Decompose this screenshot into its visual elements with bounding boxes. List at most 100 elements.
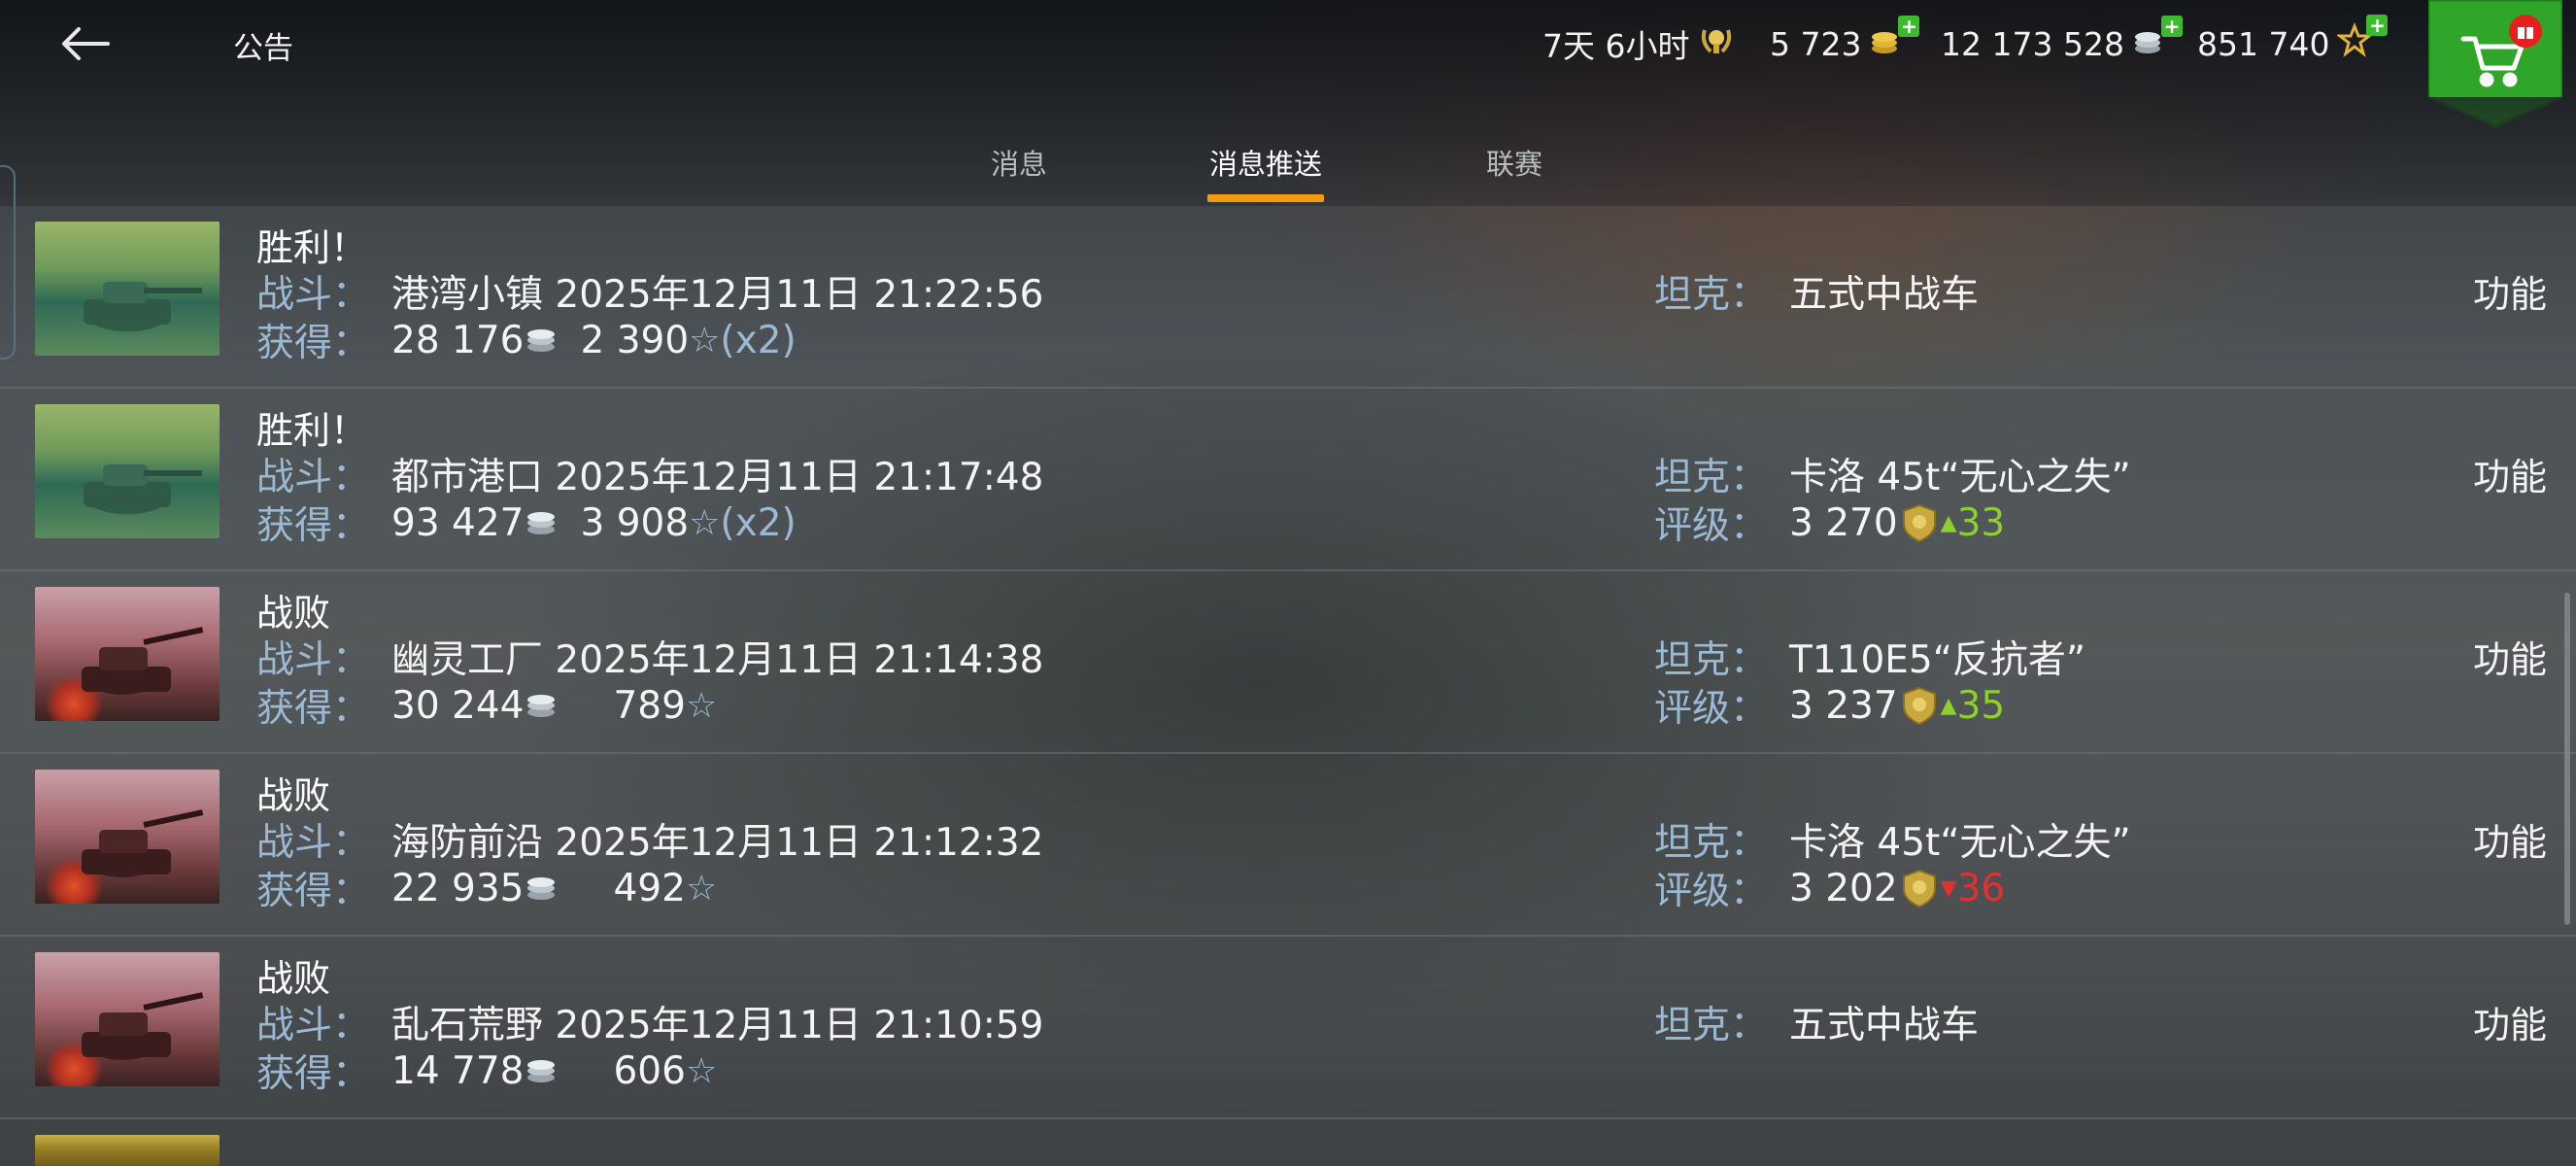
convert-xp-plus-icon[interactable]: +	[2366, 15, 2389, 36]
tank-name: 五式中战车	[1789, 1004, 1980, 1047]
tank-label: 坦克：	[1654, 456, 1769, 499]
active-tab-indicator	[1207, 194, 1324, 202]
silver-coins-icon	[527, 329, 556, 352]
credits-earned: 14 778	[391, 1048, 525, 1093]
page-title: 公告	[233, 31, 293, 66]
battle-result: 战败	[256, 774, 331, 817]
star-icon: +	[2336, 15, 2389, 65]
shield-badge-icon	[1902, 686, 1936, 726]
battle-line: 战斗： 幽灵工厂 2025年12月11日 21:14:38	[256, 630, 1043, 684]
back-button[interactable]	[51, 17, 119, 70]
earned-label: 获得：	[256, 1052, 371, 1096]
tank-line: 坦克： 卡洛 45t“无心之失”	[1654, 812, 2131, 867]
xp-multiplier: (x2)	[720, 318, 797, 362]
function-button[interactable]: 功能	[2473, 812, 2547, 866]
xp-multiplier: (x2)	[720, 500, 797, 545]
function-button[interactable]: 功能	[2473, 630, 2547, 683]
tab-messages[interactable]: 消息	[991, 142, 1047, 183]
function-button[interactable]: 功能	[2473, 447, 2547, 500]
earned-label: 获得：	[256, 322, 371, 365]
rating-label: 评级：	[1654, 870, 1769, 913]
battle-label: 战斗：	[256, 821, 371, 865]
credits-earned: 93 427	[391, 500, 525, 545]
message-row[interactable]	[0, 1119, 2576, 1166]
earned-label: 获得：	[256, 870, 371, 913]
silver-coins-icon	[527, 877, 556, 900]
earned-line: 获得： 93 427 3 908 ☆ (x2)	[256, 496, 797, 550]
free-xp-amount: 851 740	[2197, 24, 2330, 63]
star-icon: ☆	[685, 1050, 718, 1091]
message-row[interactable]: 胜利！ 战斗： 都市港口 2025年12月11日 21:17:48 获得： 93…	[0, 389, 2576, 571]
message-row[interactable]: 战败 战斗： 乱石荒野 2025年12月11日 21:10:59 获得： 14 …	[0, 937, 2576, 1119]
message-row[interactable]: 战败 战斗： 海防前沿 2025年12月11日 21:12:32 获得： 22 …	[0, 754, 2576, 937]
star-icon: ☆	[689, 320, 721, 360]
function-button[interactable]: 功能	[2473, 995, 2547, 1048]
battle-result: 战败	[256, 592, 331, 634]
gold-balance[interactable]: 5 723 +	[1770, 16, 1920, 66]
battle-label: 战斗：	[256, 638, 371, 682]
xp-earned: 606	[613, 1048, 686, 1093]
xp-earned: 2 390	[580, 318, 690, 362]
battle-info: 乱石荒野 2025年12月11日 21:10:59	[391, 1004, 1044, 1047]
rating-line: 评级： 3 237 ▲ 35	[1654, 678, 2005, 733]
premium-timer[interactable]: 7天 6小时	[1542, 21, 1736, 66]
message-row[interactable]: 战败 战斗： 幽灵工厂 2025年12月11日 21:14:38 获得： 30 …	[0, 571, 2576, 754]
battle-label: 战斗：	[256, 1004, 371, 1047]
rating-delta: 36	[1956, 866, 2006, 910]
rating-value: 3 270	[1789, 500, 1898, 545]
silver-coins-icon	[527, 1060, 556, 1082]
rating-up-arrow-icon: ▲	[1940, 510, 1957, 535]
rating-line: 评级： 3 202 ▼ 36	[1654, 861, 2005, 915]
buy-gold-plus-icon[interactable]: +	[1898, 16, 1920, 37]
silver-coins-icon: +	[2132, 16, 2183, 64]
battle-line: 战斗： 海防前沿 2025年12月11日 21:12:32	[256, 812, 1043, 867]
tank-line: 坦克： 五式中战车	[1654, 264, 1979, 319]
rating-value: 3 202	[1789, 866, 1898, 910]
list-scrollbar[interactable]	[2564, 593, 2570, 925]
earned-label: 获得：	[256, 687, 371, 731]
arrow-left-icon	[62, 27, 110, 60]
credits-earned: 28 176	[391, 318, 525, 362]
victory-thumbnail	[35, 404, 220, 538]
star-icon: ☆	[689, 502, 721, 543]
battle-result: 胜利！	[256, 226, 368, 269]
victory-thumbnail	[35, 222, 220, 356]
tank-label: 坦克：	[1654, 273, 1769, 317]
battle-info: 海防前沿 2025年12月11日 21:12:32	[391, 821, 1044, 865]
battle-result: 胜利！	[256, 409, 368, 452]
xp-earned: 789	[613, 683, 686, 728]
credits-amount: 12 173 528	[1941, 24, 2124, 63]
tank-label: 坦克：	[1654, 1004, 1769, 1047]
top-bar: 公告 7天 6小时 5 723 + 12 173 528 + 851 740 +	[0, 0, 2576, 128]
tab-league[interactable]: 联赛	[1486, 142, 1542, 183]
rating-label: 评级：	[1654, 504, 1769, 548]
rating-line: 评级： 3 270 ▲ 33	[1654, 496, 2005, 550]
battle-label: 战斗：	[256, 456, 371, 499]
premium-timer-text: 7天 6小时	[1542, 27, 1690, 65]
defeat-thumbnail	[35, 587, 220, 721]
buy-credits-plus-icon[interactable]: +	[2160, 16, 2183, 37]
tank-label: 坦克：	[1654, 821, 1769, 865]
defeat-thumbnail	[35, 770, 220, 904]
battle-info: 幽灵工厂 2025年12月11日 21:14:38	[391, 638, 1044, 682]
tank-line: 坦克： 卡洛 45t“无心之失”	[1654, 447, 2131, 501]
message-row[interactable]: 胜利！ 战斗： 港湾小镇 2025年12月11日 21:22:56 获得： 28…	[0, 206, 2576, 389]
earned-line: 获得： 30 244 789 ☆	[256, 678, 717, 733]
tank-name: 五式中战车	[1789, 273, 1980, 317]
message-list: 胜利！ 战斗： 港湾小镇 2025年12月11日 21:22:56 获得： 28…	[0, 206, 2576, 1166]
credits-balance[interactable]: 12 173 528 +	[1941, 16, 2183, 66]
laurel-medal-icon	[1697, 20, 1736, 67]
earned-line: 获得： 28 176 2 390 ☆ (x2)	[256, 313, 797, 367]
tabs-bar: 消息 消息推送 联赛	[0, 97, 2576, 206]
tab-push-messages[interactable]: 消息推送	[1209, 142, 1322, 183]
tank-line: 坦克： 五式中战车	[1654, 995, 1979, 1049]
xp-earned: 492	[613, 866, 686, 910]
rating-label: 评级：	[1654, 687, 1769, 731]
rating-delta: 33	[1956, 500, 2006, 545]
battle-line: 战斗： 乱石荒野 2025年12月11日 21:10:59	[256, 995, 1043, 1049]
function-button[interactable]: 功能	[2473, 264, 2547, 318]
star-icon: ☆	[685, 685, 718, 726]
free-xp-balance[interactable]: 851 740 +	[2197, 15, 2389, 66]
tank-name: 卡洛 45t“无心之失”	[1789, 821, 2131, 865]
rating-down-arrow-icon: ▼	[1940, 875, 1957, 901]
